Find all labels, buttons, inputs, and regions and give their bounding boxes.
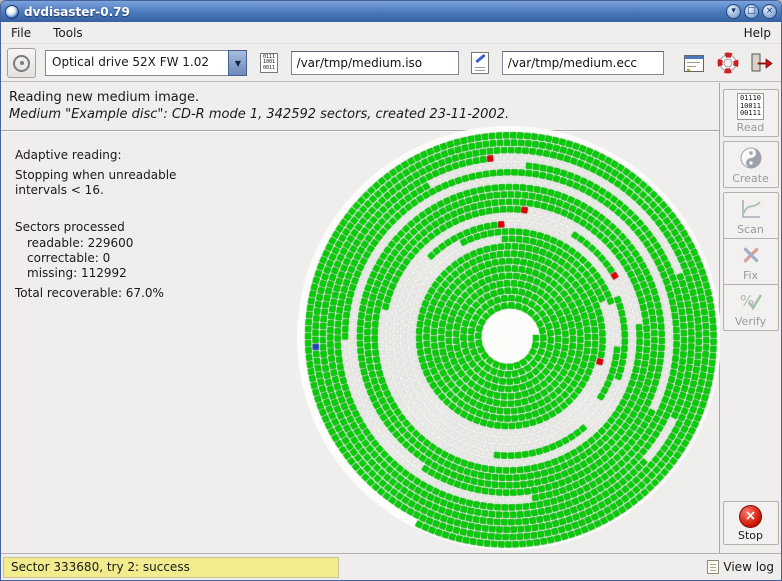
app-window: dvdisaster-0.79 ▾ □ × File Tools Help Op… — [0, 0, 782, 581]
status-message: Sector 333680, try 2: success — [11, 560, 190, 574]
create-button[interactable]: Create — [723, 141, 779, 188]
log-icon — [707, 560, 719, 574]
read-icon: 01110 10011 00111 — [737, 93, 764, 120]
optical-drive-icon — [13, 55, 30, 72]
total-recoverable: Total recoverable: 67.0% — [15, 286, 164, 300]
help-button[interactable] — [716, 50, 741, 76]
disc-spiral — [291, 120, 727, 556]
page-line — [475, 70, 485, 71]
verify-label: Verify — [735, 315, 766, 328]
iso-path-input[interactable] — [291, 51, 459, 75]
statusbar: Sector 333680, try 2: success View log — [1, 553, 781, 580]
drive-select-value[interactable]: Optical drive 52X FW 1.02 — [45, 50, 228, 76]
window-title: dvdisaster-0.79 — [24, 5, 130, 19]
preferences-icon — [684, 55, 704, 72]
status-headline: Reading new medium image. — [9, 90, 199, 105]
verify-icon: % — [738, 288, 764, 314]
close-button[interactable]: × — [762, 4, 777, 19]
titlebar[interactable]: dvdisaster-0.79 ▾ □ × — [1, 1, 781, 22]
view-log-button[interactable]: View log — [707, 560, 781, 574]
menubar: File Tools Help — [1, 22, 781, 44]
create-icon — [738, 145, 764, 171]
read-button[interactable]: 01110 10011 00111 Read — [723, 89, 779, 137]
sectors-processed-title: Sectors processed — [15, 220, 125, 234]
scan-label: Scan — [737, 223, 764, 236]
minimize-button[interactable]: ▾ — [726, 4, 741, 19]
app-icon — [5, 5, 19, 19]
ecc-file-button[interactable] — [468, 50, 493, 76]
menu-help[interactable]: Help — [744, 26, 771, 40]
ecc-file-icon — [471, 52, 489, 74]
stop-button[interactable]: × Stop — [723, 501, 779, 545]
preferences-button[interactable] — [682, 50, 707, 76]
adaptive-reading-line2: intervals < 16. — [15, 183, 104, 197]
verify-button[interactable]: % Verify — [723, 284, 779, 331]
scan-icon — [738, 196, 764, 222]
binary-row: 00111 — [740, 110, 761, 118]
adaptive-reading-title: Adaptive reading: — [15, 148, 122, 162]
action-sidebar: 01110 10011 00111 Read Create — [720, 83, 781, 553]
read-label: Read — [737, 121, 765, 134]
stop-icon: × — [739, 505, 762, 528]
scan-button[interactable]: Scan — [723, 192, 779, 239]
stop-label: Stop — [738, 529, 763, 542]
image-file-icon: 0111 1001 0011 — [260, 53, 278, 74]
status-message-box: Sector 333680, try 2: success — [3, 557, 339, 578]
menu-tools[interactable]: Tools — [53, 26, 83, 40]
window-controls: ▾ □ × — [726, 4, 777, 19]
adaptive-reading-line1: Stopping when unreadable — [15, 168, 176, 182]
binary-row: 0011 — [263, 66, 275, 72]
fix-label: Fix — [743, 269, 758, 282]
sectors-correctable: correctable: 0 — [27, 251, 110, 265]
pen-glyph — [476, 54, 486, 63]
fix-icon — [738, 242, 764, 268]
page-line — [475, 67, 485, 68]
create-label: Create — [732, 172, 769, 185]
quit-button[interactable] — [750, 50, 775, 76]
view-log-label: View log — [723, 560, 774, 574]
drive-button[interactable] — [7, 48, 36, 78]
ecc-path-input[interactable] — [502, 51, 664, 75]
toolbar: Optical drive 52X FW 1.02 ▼ 0111 1001 00… — [1, 45, 781, 82]
sectors-readable: readable: 229600 — [27, 236, 133, 250]
lifebelt-help-icon — [716, 51, 740, 75]
sectors-missing: missing: 112992 — [27, 266, 127, 280]
maximize-button[interactable]: □ — [744, 4, 759, 19]
fix-button[interactable]: Fix — [723, 238, 779, 285]
menu-file[interactable]: File — [11, 26, 31, 40]
image-file-button[interactable]: 0111 1001 0011 — [256, 50, 281, 76]
quit-exit-icon — [750, 51, 774, 75]
drive-select[interactable]: Optical drive 52X FW 1.02 ▼ — [45, 50, 247, 76]
chevron-down-icon[interactable]: ▼ — [228, 50, 247, 76]
